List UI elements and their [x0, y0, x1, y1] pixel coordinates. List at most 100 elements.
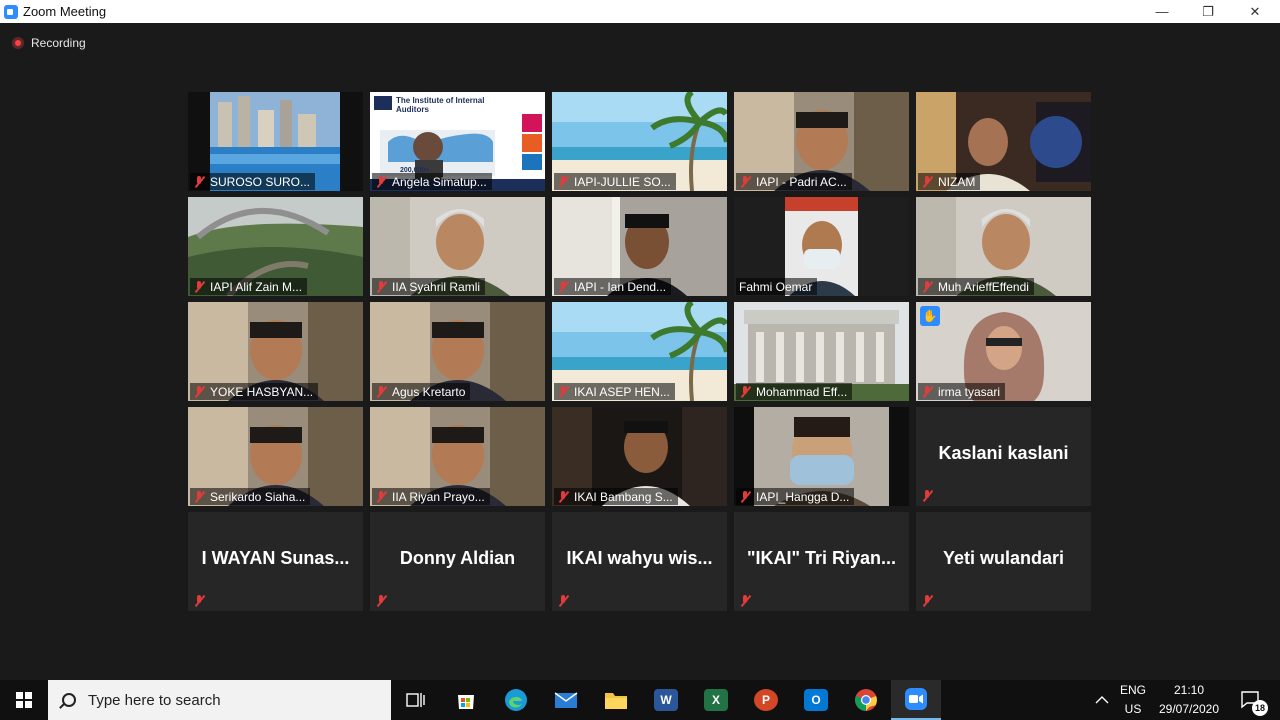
zoom-taskbar-button[interactable] — [891, 680, 941, 720]
participant-name-label: SUROSO SURO... — [190, 173, 316, 190]
close-button[interactable]: ✕ — [1232, 0, 1278, 23]
participant-video-tile[interactable]: IIA Syahril Ramli — [370, 197, 545, 296]
notification-center-button[interactable]: 18 — [1228, 680, 1272, 720]
participant-video-tile[interactable]: IKAI ASEP HEN... — [552, 302, 727, 401]
record-icon — [12, 37, 24, 49]
participant-name-label: YOKE HASBYAN... — [190, 383, 319, 400]
participant-video-tile[interactable]: IIA Riyan Prayo... — [370, 407, 545, 506]
edge-button[interactable] — [491, 680, 541, 720]
participant-name: Serikardo Siaha... — [210, 489, 306, 504]
chrome-icon — [855, 689, 877, 711]
start-button[interactable] — [0, 680, 48, 720]
participant-name-label: IKAI Bambang S... — [554, 488, 678, 505]
participant-name-label: IAPI - Ian Dend... — [554, 278, 672, 295]
participant-name: IAPI - Padri AC... — [756, 174, 847, 189]
participant-name-label: IAPI Alif Zain M... — [190, 278, 308, 295]
recording-indicator[interactable]: Recording — [12, 36, 86, 50]
participant-video-tile[interactable]: IKAI Bambang S... — [552, 407, 727, 506]
edge-icon — [505, 689, 527, 711]
participant-name-tile[interactable]: "IKAI" Tri Riyan... — [734, 512, 909, 611]
participant-video-tile[interactable]: Agus Kretarto — [370, 302, 545, 401]
participant-video-tile[interactable]: Serikardo Siaha... — [188, 407, 363, 506]
participant-name-tile[interactable]: IKAI wahyu wis... — [552, 512, 727, 611]
participant-name-tile[interactable]: Donny Aldian — [370, 512, 545, 611]
taskbar-search-box[interactable]: Type here to search — [48, 680, 391, 720]
outlook-icon: O — [804, 689, 828, 711]
participant-name: IIA Riyan Prayo... — [392, 489, 485, 504]
muted-mic-icon — [921, 280, 933, 293]
store-icon — [458, 695, 474, 709]
participant-video-tile[interactable]: YOKE HASBYAN... — [188, 302, 363, 401]
muted-mic-icon — [739, 595, 751, 607]
participant-name: IKAI Bambang S... — [574, 489, 673, 504]
participant-name: IIA Syahril Ramli — [392, 279, 481, 294]
mail-button[interactable] — [541, 680, 591, 720]
task-view-icon — [406, 693, 425, 707]
muted-mic-icon — [921, 595, 933, 607]
task-view-button[interactable] — [391, 680, 441, 720]
participant-name: IKAI ASEP HEN... — [574, 384, 670, 399]
participant-video-tile[interactable]: IAPI-JULLIE SO... — [552, 92, 727, 191]
participant-video-tile[interactable]: NIZAM — [916, 92, 1091, 191]
participant-video-tile[interactable]: IAPI Alif Zain M... — [188, 197, 363, 296]
muted-mic-icon — [739, 490, 751, 503]
recording-label: Recording — [31, 36, 86, 50]
participant-video-tile[interactable]: IAPI_Hangga D... — [734, 407, 909, 506]
participant-video-tile[interactable]: IAPI - Padri AC... — [734, 92, 909, 191]
powerpoint-icon: P — [754, 689, 778, 711]
notification-count-badge: 18 — [1252, 700, 1268, 716]
language-label: ENG — [1119, 683, 1146, 697]
participant-name-label: NIZAM — [918, 173, 981, 190]
participant-name-label: IAPI_Hangga D... — [736, 488, 855, 505]
powerpoint-button[interactable]: P — [741, 680, 791, 720]
participant-name: IAPI Alif Zain M... — [210, 279, 303, 294]
muted-mic-icon — [557, 280, 569, 293]
excel-button[interactable]: X — [691, 680, 741, 720]
store-button[interactable] — [441, 680, 491, 720]
participant-video-tile[interactable]: Fahmi Oemar — [734, 197, 909, 296]
muted-mic-icon — [557, 385, 569, 398]
participant-name-tile[interactable]: Yeti wulandari — [916, 512, 1091, 611]
muted-mic-icon — [921, 385, 933, 398]
participant-name-label: IIA Riyan Prayo... — [372, 488, 490, 505]
system-clock[interactable]: 21:10 29/07/2020 — [1152, 681, 1226, 719]
participant-display-name: I WAYAN Sunas... — [201, 548, 350, 568]
input-language-indicator[interactable]: ENG US — [1118, 681, 1148, 719]
muted-mic-icon — [557, 595, 569, 607]
muted-mic-icon — [193, 175, 205, 188]
participant-video-tile[interactable]: ✋ irma tyasari — [916, 302, 1091, 401]
participant-name-label: Mohammad Eff... — [736, 383, 853, 400]
clock-date: 29/07/2020 — [1158, 702, 1220, 716]
participant-name: Agus Kretarto — [392, 384, 466, 399]
file-explorer-button[interactable] — [591, 680, 641, 720]
participant-display-name: "IKAI" Tri Riyan... — [746, 548, 897, 568]
participant-name-tile[interactable]: Kaslani kaslani — [916, 407, 1091, 506]
chrome-button[interactable] — [841, 680, 891, 720]
minimize-button[interactable]: — — [1139, 0, 1185, 23]
muted-mic-icon — [739, 385, 751, 398]
participant-name-tile[interactable]: I WAYAN Sunas... — [188, 512, 363, 611]
participant-video-tile[interactable]: IAPI - Ian Dend... — [552, 197, 727, 296]
muted-mic-icon — [375, 280, 387, 293]
clock-time: 21:10 — [1173, 683, 1205, 697]
shared-slide-title: The Institute of Internal Auditors — [396, 96, 485, 114]
participant-name-label: IKAI ASEP HEN... — [554, 383, 675, 400]
muted-mic-icon — [739, 175, 751, 188]
maximize-button[interactable]: ❐ — [1185, 0, 1231, 23]
word-button[interactable]: W — [641, 680, 691, 720]
participant-video-tile[interactable]: Mohammad Eff... — [734, 302, 909, 401]
outlook-button[interactable]: O — [791, 680, 841, 720]
participant-name: Fahmi Oemar — [739, 279, 813, 294]
muted-mic-icon — [921, 175, 933, 188]
participant-name: Mohammad Eff... — [756, 384, 848, 399]
muted-mic-icon — [375, 595, 387, 607]
zoom-app-icon — [4, 4, 18, 19]
mail-icon — [554, 692, 578, 708]
participant-video-tile[interactable]: The Institute of Internal Auditors 200,00… — [370, 92, 545, 191]
participant-display-name: Donny Aldian — [399, 548, 516, 568]
participant-name: SUROSO SURO... — [210, 174, 311, 189]
participant-video-tile[interactable]: SUROSO SURO... — [188, 92, 363, 191]
window-title: Zoom Meeting — [23, 4, 107, 19]
participant-video-tile[interactable]: Muh ArieffEffendi — [916, 197, 1091, 296]
participant-name-label: IIA Syahril Ramli — [372, 278, 486, 295]
